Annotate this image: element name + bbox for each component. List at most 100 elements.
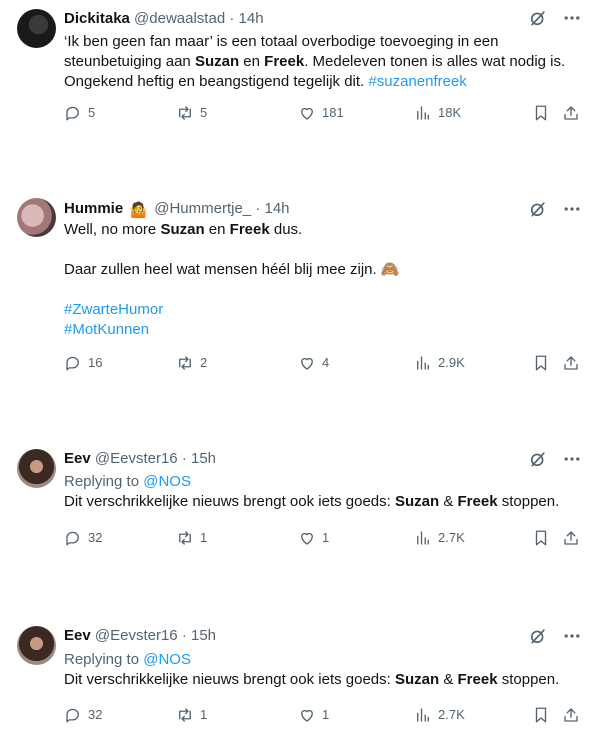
views-icon [414,529,432,547]
action-bar: 32 1 1 2.7K [64,529,584,549]
views-button[interactable]: 2.7K [414,529,465,547]
hashtag-link[interactable]: #MotKunnen [64,320,594,340]
more-icon[interactable] [562,626,582,646]
reply-button[interactable]: 5 [64,104,95,122]
bookmark-icon[interactable] [532,104,550,122]
bookmark-icon[interactable] [532,706,550,724]
views-icon [414,104,432,122]
text-segment: en [239,53,265,70]
timestamp[interactable]: 14h [239,10,264,27]
text-line: Daar zullen heel wat mensen héél blij me… [64,260,594,280]
separator: · [229,10,235,27]
reply-icon [64,104,82,122]
repost-button[interactable]: 1 [176,706,207,724]
views-icon [414,354,432,372]
tweet-text: Replying to @NOS Dit verschrikkelijke ni… [64,650,594,690]
avatar[interactable] [17,449,56,488]
timestamp[interactable]: 15h [191,627,216,644]
text-segment: Dit verschrikkelijke nieuws brengt ook i… [64,493,395,510]
display-name[interactable]: Dickitaka [64,10,130,27]
text-segment: Dit verschrikkelijke nieuws brengt ook i… [64,671,395,688]
reply-count: 5 [88,105,96,120]
handle[interactable]: @Hummertje_ [154,200,251,217]
bold-text: Freek [457,493,498,510]
separator: · [181,627,187,644]
replying-to: Replying to @NOS [64,472,594,492]
separator: · [255,200,261,217]
reply-button[interactable]: 16 [64,354,102,372]
share-icon[interactable] [562,354,580,372]
views-button[interactable]: 18K [414,104,461,122]
bold-text: Suzan [394,493,440,510]
share-icon[interactable] [562,529,580,547]
grok-icon[interactable] [528,449,548,469]
repost-button[interactable]: 5 [176,104,207,122]
tweet[interactable]: Hummie 🤷 @Hummertje_ · 14h Well, no more… [0,190,614,390]
avatar[interactable] [17,198,56,237]
tweet-top-actions [528,8,582,28]
text-segment: & [439,493,458,510]
timestamp[interactable]: 15h [191,450,216,467]
repost-button[interactable]: 1 [176,529,207,547]
grok-icon[interactable] [528,199,548,219]
like-count: 1 [322,530,330,545]
like-count: 1 [322,707,330,722]
bold-text: Suzan [160,221,205,238]
repost-icon [176,529,194,547]
bold-text: Freek [264,53,305,70]
mention-link[interactable]: @NOS [143,651,191,668]
more-icon[interactable] [562,449,582,469]
tweet-top-actions [528,449,582,469]
display-name[interactable]: Eev [64,450,91,467]
handle[interactable]: @Eevster16 [95,627,178,644]
like-button[interactable]: 4 [298,354,329,372]
bold-text: Freek [229,221,270,238]
replying-label: Replying to [64,651,144,668]
avatar[interactable] [17,9,56,48]
tweet[interactable]: Dickitaka @dewaalstad · 14h ‘Ik ben geen… [0,0,614,140]
action-bar: 5 5 181 18K [64,104,584,124]
view-count: 18K [438,105,462,120]
bookmark-icon[interactable] [532,529,550,547]
repost-button[interactable]: 2 [176,354,207,372]
like-button[interactable]: 1 [298,706,329,724]
tweet-text: ‘Ik ben geen fan maar’ is een totaal ove… [64,32,594,92]
hashtag-link[interactable]: #suzanenfreek [368,73,466,90]
separator: · [181,450,187,467]
hashtag-link[interactable]: #ZwarteHumor [64,300,594,320]
handle[interactable]: @Eevster16 [95,450,178,467]
timestamp[interactable]: 14h [264,200,289,217]
reply-button[interactable]: 32 [64,706,102,724]
like-button[interactable]: 181 [298,104,344,122]
repost-count: 2 [200,355,208,370]
repost-icon [176,706,194,724]
text-line: Dit verschrikkelijke nieuws brengt ook i… [64,670,594,690]
see-no-evil-monkey-emoji: 🙈 [380,261,400,278]
more-icon[interactable] [562,199,582,219]
text-segment: en [204,221,230,238]
handle[interactable]: @dewaalstad [134,10,225,27]
views-button[interactable]: 2.9K [414,354,465,372]
tweet-header: Hummie 🤷 @Hummertje_ · 14h [64,200,290,220]
tweet[interactable]: Eev @Eevster16 · 15h Replying to @NOS Di… [0,440,614,560]
repost-icon [176,354,194,372]
mention-link[interactable]: @NOS [143,473,191,490]
more-icon[interactable] [562,8,582,28]
views-button[interactable]: 2.7K [414,706,465,724]
share-icon[interactable] [562,706,580,724]
share-icon[interactable] [562,104,580,122]
grok-icon[interactable] [528,8,548,28]
like-button[interactable]: 1 [298,529,329,547]
tweet-top-actions [528,626,582,646]
grok-icon[interactable] [528,626,548,646]
tweet[interactable]: Eev @Eevster16 · 15h Replying to @NOS Di… [0,617,614,737]
views-icon [414,706,432,724]
display-name[interactable]: Hummie [64,200,123,217]
reply-button[interactable]: 32 [64,529,102,547]
bookmark-icon[interactable] [532,354,550,372]
avatar[interactable] [17,626,56,665]
reply-icon [64,706,82,724]
display-name[interactable]: Eev [64,627,91,644]
repost-icon [176,104,194,122]
reply-count: 16 [88,355,103,370]
